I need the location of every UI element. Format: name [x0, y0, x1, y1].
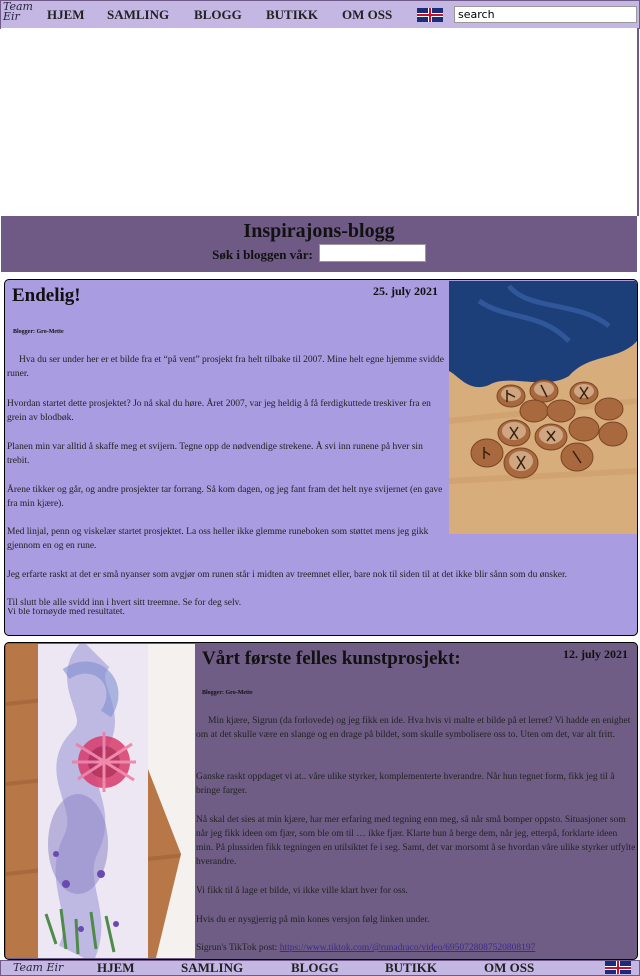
tiktok-label: Sigrun's TikTok post:	[196, 943, 280, 953]
tiktok-line: Sigrun's TikTok post: https://www.tiktok…	[196, 941, 636, 955]
post-paragraph: Ganske raskt oppdaget vi at.. våre ulike…	[196, 772, 615, 796]
post-paragraph: Vi fikk til å lage et bilde, vi ikke vil…	[196, 886, 408, 896]
footer-logo[interactable]: Team Eir	[13, 961, 63, 974]
footer-nav-butikk[interactable]: BUTIKK	[385, 961, 437, 975]
footer-nav-blogg[interactable]: BLOGG	[291, 961, 339, 975]
uk-flag-icon[interactable]	[605, 961, 631, 974]
top-nav: Team Eir HJEM SAMLING BLOGG BUTIKK OM OS…	[0, 0, 640, 29]
footer-nav-home[interactable]: HJEM	[97, 961, 135, 975]
nav-blogg[interactable]: BLOGG	[194, 7, 242, 23]
runes-photo	[449, 281, 637, 534]
tiktok-link[interactable]: https://www.tiktok.com/@runadraco/video/…	[280, 943, 536, 953]
post-paragraph: Hva du ser under her er et bilde fra et …	[7, 355, 444, 379]
post-title: Vårt første felles kunstprosjekt:	[202, 648, 461, 669]
bottom-nav: Team Eir HJEM SAMLING BLOGG BUTIKK OM OS…	[0, 960, 640, 976]
post-paragraph: Hvis du er nysgjerrig på min kones versj…	[196, 915, 430, 925]
uk-flag-icon[interactable]	[417, 8, 443, 22]
blog-banner: Inspirajons-blogg Søk i bloggen vår:	[1, 216, 637, 272]
post-paragraph: Jeg erfarte raskt at det er små nyanser …	[7, 570, 567, 580]
nav-home[interactable]: HJEM	[47, 7, 85, 23]
nav-om-oss[interactable]: OM OSS	[342, 7, 392, 23]
logo[interactable]: Team Eir	[1, 1, 41, 28]
post-paragraph: Planen min var alltid å skaffe meg et sv…	[7, 442, 423, 466]
page-title: Inspirajons-blogg	[243, 220, 395, 242]
nav-samling[interactable]: SAMLING	[107, 7, 169, 23]
post-paragraph: Min kjære, Sigrun (da forlovede) og jeg …	[196, 716, 631, 740]
blog-search-label: Søk i bloggen vår:	[212, 247, 313, 262]
post-date: 25. july 2021	[373, 284, 439, 298]
post-title: Endelig!	[12, 285, 81, 306]
blog-post: Endelig! 25. july 2021 Blogger: Gro-Mett…	[4, 279, 638, 636]
post-paragraph: Med linjal, penn og viskelær startet pro…	[7, 527, 429, 551]
post-paragraph: Årene tikker og går, og andre prosjekter…	[7, 485, 443, 509]
post-paragraph: Vi ble fornøyde med resultatet.	[7, 608, 125, 616]
post-paragraph: Nå skal det sies at min kjære, har mer e…	[196, 815, 636, 867]
search-input[interactable]: search	[454, 6, 637, 23]
post-paragraph: Hvordan startet dette prosjektet? Jo nå …	[7, 399, 431, 423]
post-author: Blogger: Gro-Mette	[13, 329, 64, 335]
blog-search-input[interactable]	[318, 244, 426, 262]
hero-area	[1, 28, 639, 216]
footer-nav-om-oss[interactable]: OM OSS	[484, 961, 534, 975]
footer-nav-samling[interactable]: SAMLING	[181, 961, 243, 975]
post-author: Blogger: Gro-Mette	[202, 690, 253, 696]
post-date: 12. july 2021	[563, 647, 629, 661]
blog-post: Vårt første felles kunstprosjekt: 12. ju…	[4, 642, 638, 960]
painting-photo	[6, 644, 195, 958]
nav-butikk[interactable]: BUTIKK	[266, 7, 318, 23]
